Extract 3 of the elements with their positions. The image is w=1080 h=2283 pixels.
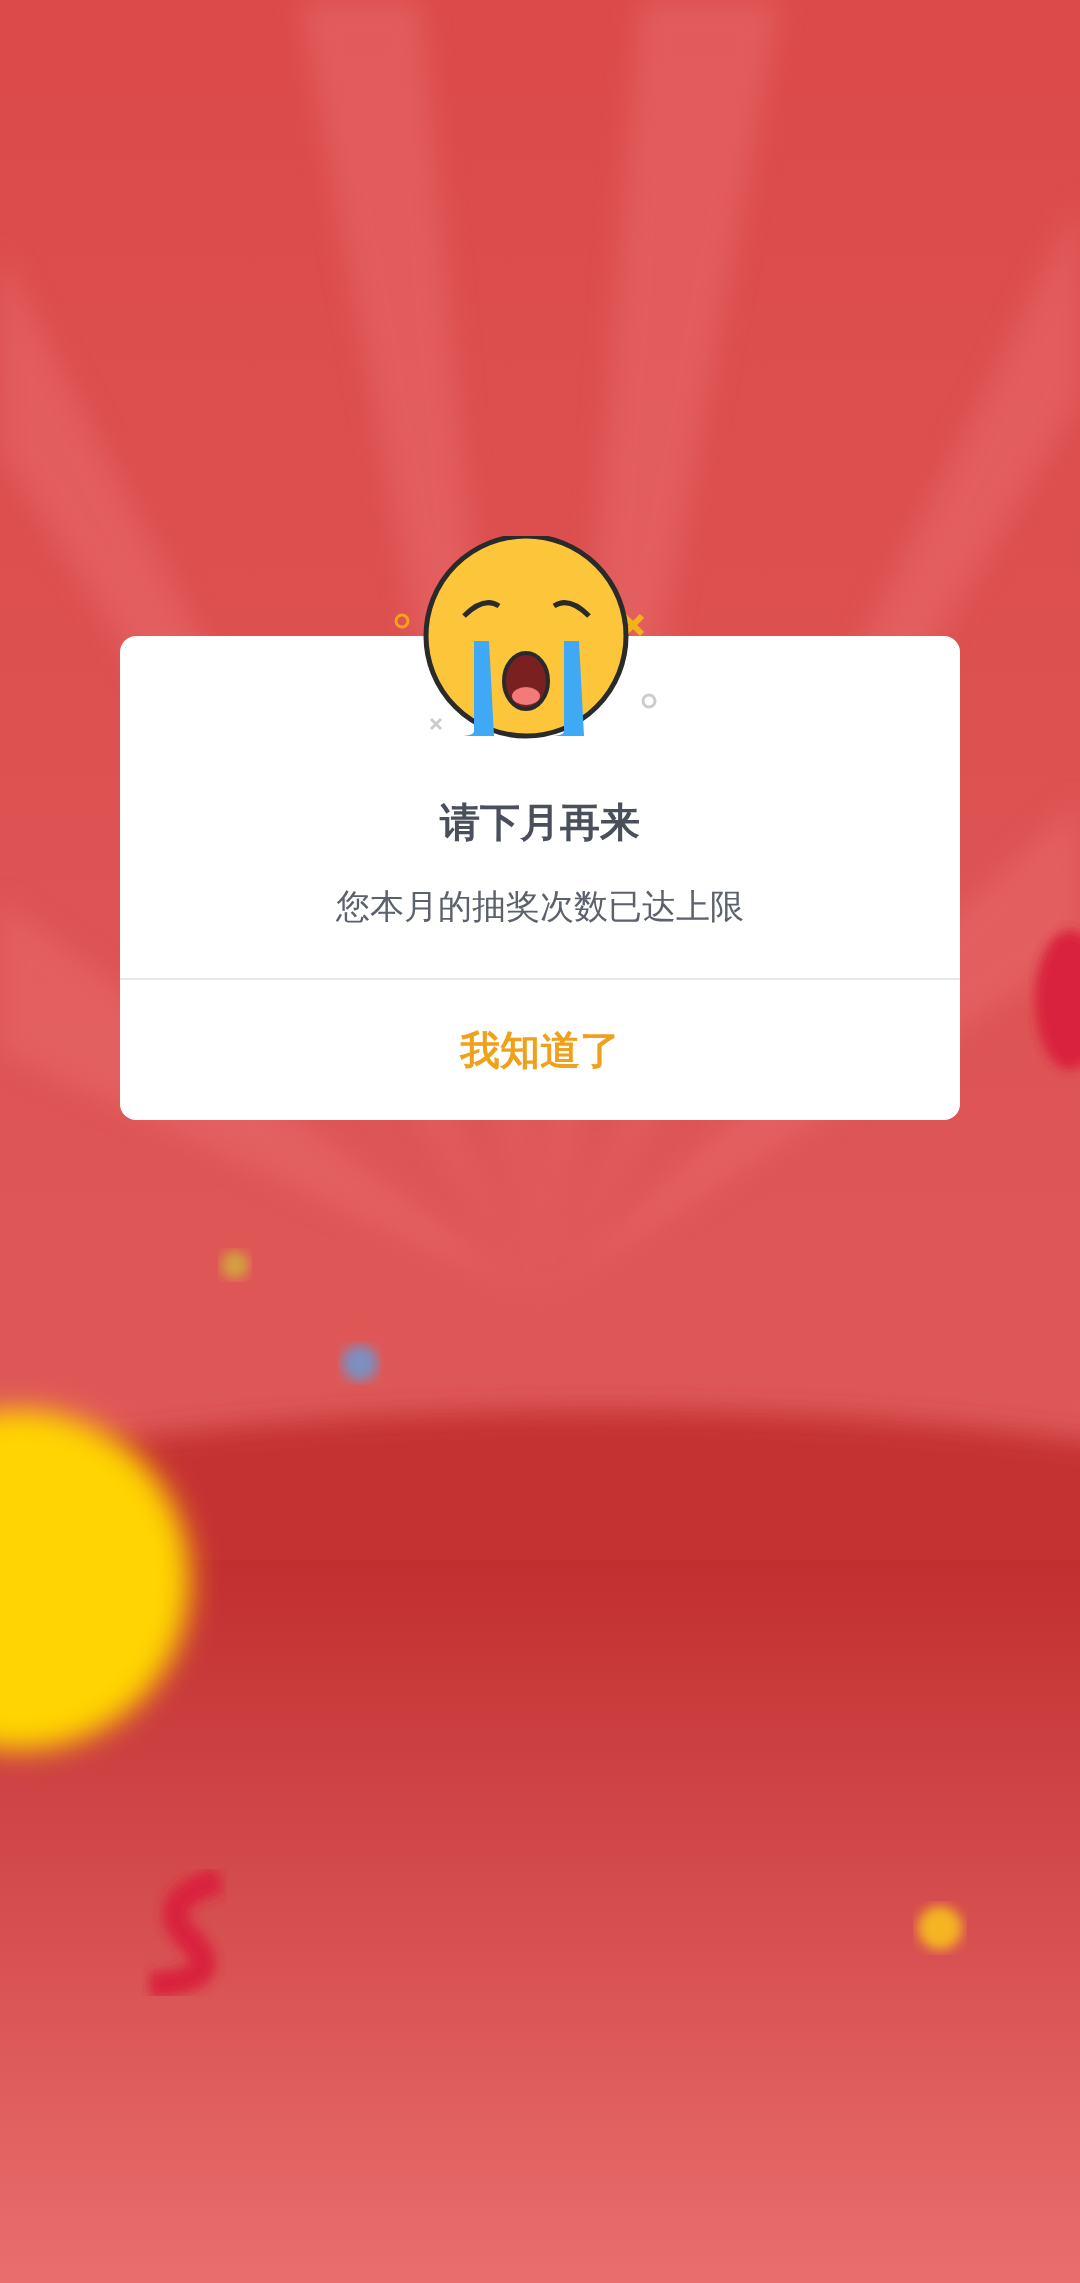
dialog-message: 您本月的抽奖次数已达上限 [336, 885, 744, 928]
dialog-title: 请下月再来 [440, 798, 640, 847]
confirm-button[interactable]: 我知道了 [120, 980, 960, 1120]
